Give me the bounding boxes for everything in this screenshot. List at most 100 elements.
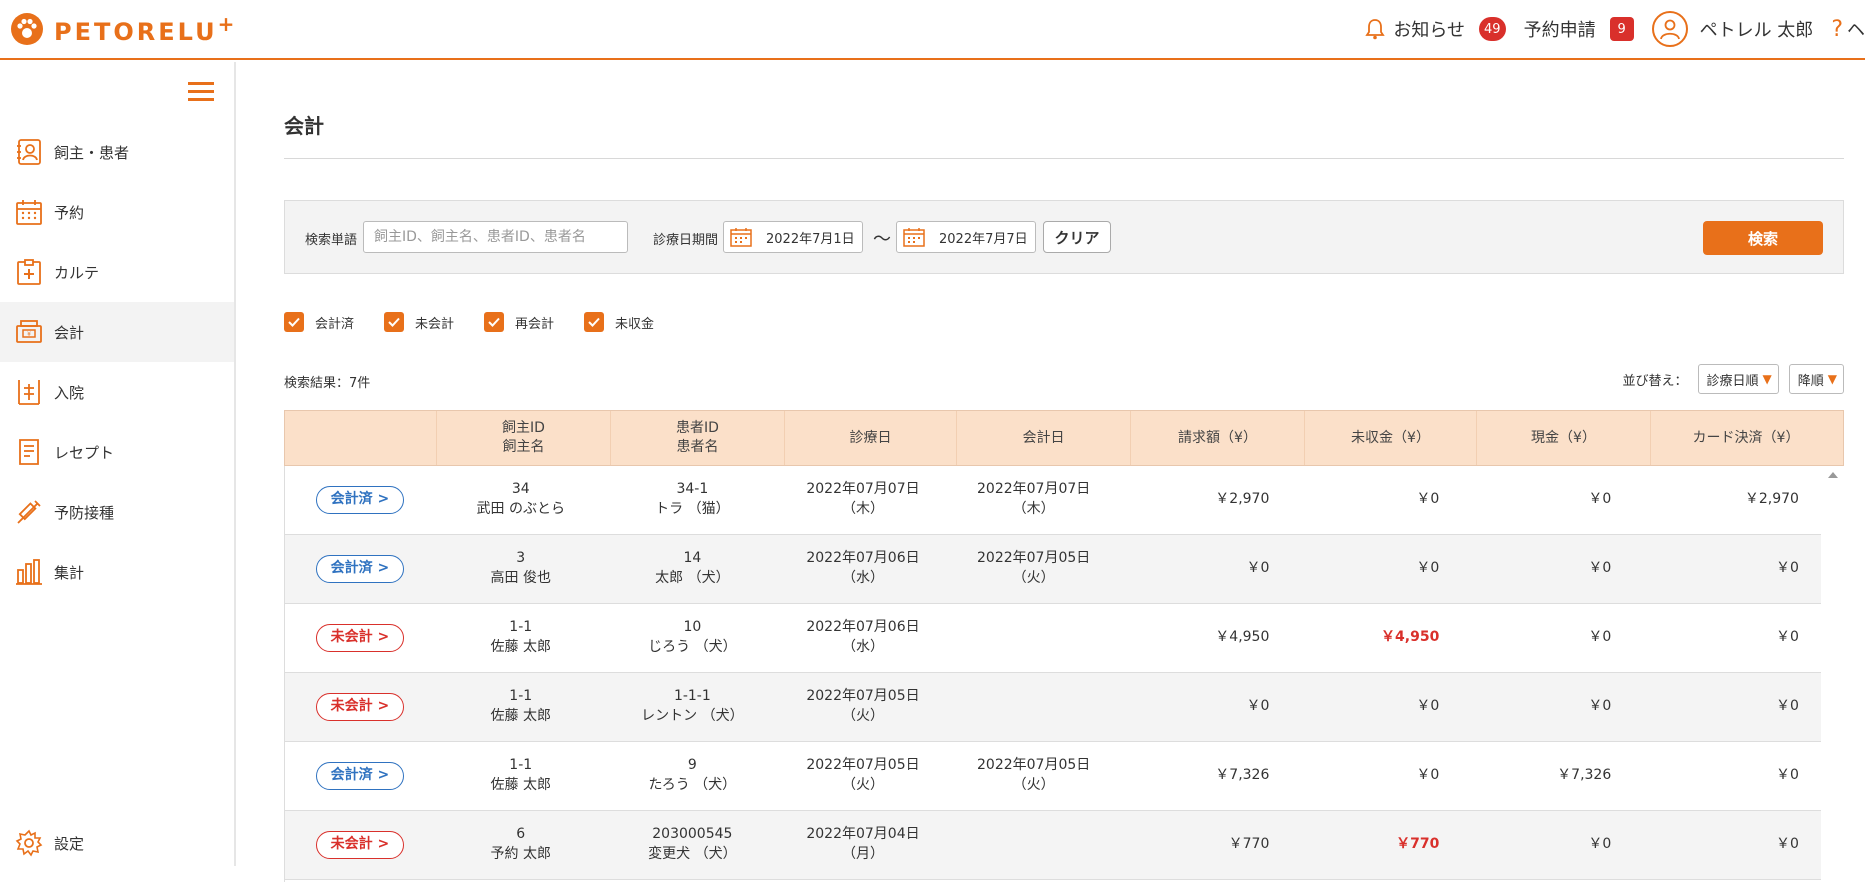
status-cell: 会計済 > — [285, 742, 435, 810]
patient-cell: 203000545 変更犬 （犬） — [607, 811, 779, 879]
patient-cell: 10 じろう （犬） — [607, 604, 779, 672]
filter-rebilled-checkbox[interactable]: 再会計 — [484, 312, 554, 332]
visit-date: 2022年07月05日 — [806, 757, 920, 774]
column-header-unpaid[interactable]: 未収金（¥） — [1305, 411, 1477, 465]
patient-cell: 14 太郎 （犬） — [607, 535, 779, 603]
column-header-payment-date[interactable]: 会計日 — [957, 411, 1131, 465]
cash-amount: ￥0 — [1588, 836, 1612, 853]
date-from-input[interactable]: 2022年7月1日 — [723, 221, 863, 253]
search-button[interactable]: 検索 — [1703, 221, 1823, 255]
owner-cell: 1-1 佐藤 太郎 — [435, 742, 607, 810]
unpaid-cell: ￥0 — [1291, 535, 1461, 603]
status-button[interactable]: 会計済 > — [315, 555, 405, 583]
sidebar-item-charts[interactable]: カルテ — [0, 242, 234, 302]
reservation-requests-button[interactable]: 予約申請 9 — [1524, 16, 1634, 42]
card-amount: ￥2,970 — [1744, 491, 1799, 508]
billed-cell: ￥0 — [1119, 673, 1291, 741]
requests-badge: 9 — [1609, 17, 1634, 41]
scroll-up-icon[interactable] — [1828, 472, 1838, 478]
sidebar-item-owners-patients[interactable]: 飼主・患者 — [0, 122, 234, 182]
owner-name: 高田 俊也 — [490, 570, 551, 586]
visit-date: 2022年07月05日 — [806, 688, 920, 705]
column-header-cash[interactable]: 現金（¥） — [1477, 411, 1651, 465]
payment-date: 2022年07月05日 — [977, 550, 1091, 567]
patient-name: たろう （犬） — [648, 777, 737, 793]
unpaid-amount: ￥0 — [1416, 560, 1440, 577]
filter-receivable-checkbox[interactable]: 未収金 — [584, 312, 654, 332]
column-header-patient[interactable]: 患者ID 患者名 — [611, 411, 785, 465]
keyword-search-input[interactable]: 飼主ID、飼主名、患者ID、患者名 — [363, 221, 628, 253]
status-button[interactable]: 会計済 > — [315, 762, 405, 790]
status-button[interactable]: 会計済 > — [315, 486, 405, 514]
requests-label: 予約申請 — [1523, 20, 1596, 41]
sidebar-item-label: レセプト — [54, 443, 115, 462]
cash-amount: ￥0 — [1588, 629, 1612, 646]
user-menu[interactable]: ペトレル 太郎 — [1651, 11, 1813, 47]
billed-amount: ￥0 — [1246, 698, 1270, 715]
owner-patient-icon — [14, 137, 44, 167]
notifications-button[interactable]: お知らせ 49 — [1365, 16, 1506, 42]
medical-chart-icon — [14, 257, 44, 287]
patient-name: じろう （犬） — [648, 639, 737, 655]
visit-date-cell: 2022年07月05日 （火） — [778, 742, 948, 810]
filter-paid-checkbox[interactable]: 会計済 — [284, 312, 354, 332]
status-button[interactable]: 未会計 > — [315, 693, 405, 721]
payment-date-cell: 2022年07月05日 （火） — [948, 535, 1120, 603]
search-panel: 検索単語 飼主ID、飼主名、患者ID、患者名 診療日期間 2022年7月1日 ～… — [284, 200, 1844, 274]
sidebar-item-reservations[interactable]: 予約 — [0, 182, 234, 242]
date-to-value: 2022年7月7日 — [939, 231, 1028, 247]
patient-cell: 34-1 トラ （猫） — [607, 466, 779, 534]
clear-button[interactable]: クリア — [1043, 221, 1111, 253]
visit-weekday: （火） — [841, 708, 884, 724]
sidebar-item-accounting[interactable]: ¥ 会計 — [0, 302, 234, 362]
owner-id: 34 — [511, 481, 530, 498]
hamburger-menu-icon[interactable] — [188, 82, 214, 102]
date-range-label: 診療日期間 — [653, 233, 719, 248]
status-button[interactable]: 未会計 > — [315, 831, 405, 859]
sort-field-select[interactable]: 診療日順 ▼ — [1697, 364, 1779, 394]
status-button[interactable]: 未会計 > — [315, 624, 405, 652]
help-button[interactable]: ? ヘ — [1831, 16, 1865, 42]
sidebar-item-label: 飼主・患者 — [54, 143, 130, 162]
owner-cell: 3 高田 俊也 — [435, 535, 607, 603]
patient-name: 太郎 （犬） — [655, 570, 730, 586]
owner-name: 予約 太郎 — [490, 846, 551, 862]
payment-weekday: （火） — [1012, 570, 1055, 586]
scrollbar[interactable] — [1822, 466, 1844, 882]
owner-cell: 1-1 佐藤 太郎 — [435, 673, 607, 741]
column-header-visit-date[interactable]: 診療日 — [785, 411, 957, 465]
logo[interactable]: PETORELU+ — [10, 12, 237, 46]
top-bar: PETORELU+ お知らせ 49 予約申請 9 ペトレル 太郎 ? ヘ — [0, 0, 1865, 60]
cash-cell: ￥0 — [1461, 811, 1633, 879]
table-header: 飼主ID 飼主名 患者ID 患者名 診療日 会計日 請求額（¥） 未収金（¥） … — [284, 410, 1844, 466]
patient-name: レントン （犬） — [641, 708, 744, 724]
column-header-label: カード決済（¥） — [1692, 429, 1800, 446]
column-header-owner[interactable]: 飼主ID 飼主名 — [437, 411, 611, 465]
visit-date-cell: 2022年07月05日 （火） — [778, 673, 948, 741]
billed-cell: ￥770 — [1119, 811, 1291, 879]
register-icon: ¥ — [14, 317, 44, 347]
column-header-label: 未収金（¥） — [1351, 429, 1430, 446]
sidebar-item-hospitalization[interactable]: 入院 — [0, 362, 234, 422]
owner-id: 3 — [516, 550, 526, 567]
status-cell: 未会計 > — [285, 604, 435, 672]
sidebar-item-settings[interactable]: 設定 — [0, 822, 234, 864]
filter-label: 会計済 — [315, 316, 355, 332]
notifications-label: お知らせ — [1393, 20, 1466, 41]
sort-order-select[interactable]: 降順 ▼ — [1788, 364, 1844, 394]
sort-controls: 並び替え： 診療日順 ▼ 降順 ▼ — [1622, 364, 1844, 394]
unpaid-amount: ￥770 — [1396, 836, 1440, 853]
column-header-billed[interactable]: 請求額（¥） — [1131, 411, 1305, 465]
column-header-card[interactable]: カード決済（¥） — [1651, 411, 1841, 465]
filter-unpaid-checkbox[interactable]: 未会計 — [384, 312, 454, 332]
sidebar-item-vaccination[interactable]: 予防接種 — [0, 482, 234, 542]
sidebar-item-receipts[interactable]: レセプト — [0, 422, 234, 482]
owner-cell: 1-1 佐藤 太郎 — [435, 604, 607, 672]
unpaid-cell: ￥0 — [1291, 673, 1461, 741]
filter-label: 再会計 — [515, 316, 555, 332]
filter-label: 未収金 — [615, 316, 655, 332]
date-to-input[interactable]: 2022年7月7日 — [896, 221, 1036, 253]
visit-date: 2022年07月04日 — [806, 826, 920, 843]
gear-icon — [14, 828, 44, 858]
sidebar-item-statistics[interactable]: 集計 — [0, 542, 234, 602]
